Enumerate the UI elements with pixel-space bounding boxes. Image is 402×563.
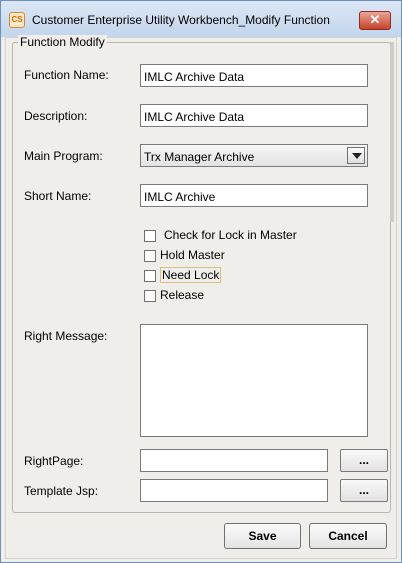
dialog-window: CS Customer Enterprise Utility Workbench…: [0, 0, 402, 563]
right-page-input[interactable]: [140, 449, 328, 472]
template-jsp-input[interactable]: [140, 479, 328, 502]
right-page-browse-button[interactable]: ...: [340, 449, 388, 472]
main-program-label: Main Program:: [24, 149, 103, 163]
title-bar[interactable]: CS Customer Enterprise Utility Workbench…: [1, 1, 401, 37]
main-program-select[interactable]: Trx Manager Archive: [140, 144, 368, 167]
release-checkbox[interactable]: [144, 290, 156, 302]
function-name-label: Function Name:: [24, 68, 109, 82]
window-title: Customer Enterprise Utility Workbench_Mo…: [32, 13, 330, 27]
function-name-input[interactable]: IMLC Archive Data: [140, 64, 368, 87]
description-input[interactable]: IMLC Archive Data: [140, 104, 368, 127]
hold-master-label: Hold Master: [160, 248, 225, 262]
cancel-button[interactable]: Cancel: [309, 523, 387, 549]
right-message-textarea[interactable]: [140, 324, 368, 437]
description-label: Description:: [24, 109, 88, 123]
need-lock-label: Need Lock: [160, 267, 222, 283]
save-button[interactable]: Save: [224, 523, 301, 549]
template-jsp-label: Template Jsp:: [24, 484, 99, 498]
scrollbar[interactable]: [390, 42, 394, 222]
close-button[interactable]: ✕: [359, 11, 391, 30]
short-name-input[interactable]: IMLC Archive: [140, 184, 368, 207]
template-jsp-browse-button[interactable]: ...: [340, 479, 388, 502]
check-lock-in-master-checkbox[interactable]: [144, 230, 156, 242]
app-icon: CS: [9, 12, 25, 28]
group-title: Function Modify: [18, 35, 107, 49]
chevron-down-icon[interactable]: [347, 147, 365, 164]
hold-master-checkbox[interactable]: [144, 250, 156, 262]
right-message-label: Right Message:: [24, 329, 108, 343]
release-label: Release: [160, 288, 205, 302]
check-lock-in-master-label: Check for Lock in Master: [164, 228, 297, 242]
need-lock-checkbox[interactable]: [144, 270, 156, 282]
right-page-label: RightPage:: [24, 454, 84, 468]
short-name-label: Short Name:: [24, 189, 92, 203]
